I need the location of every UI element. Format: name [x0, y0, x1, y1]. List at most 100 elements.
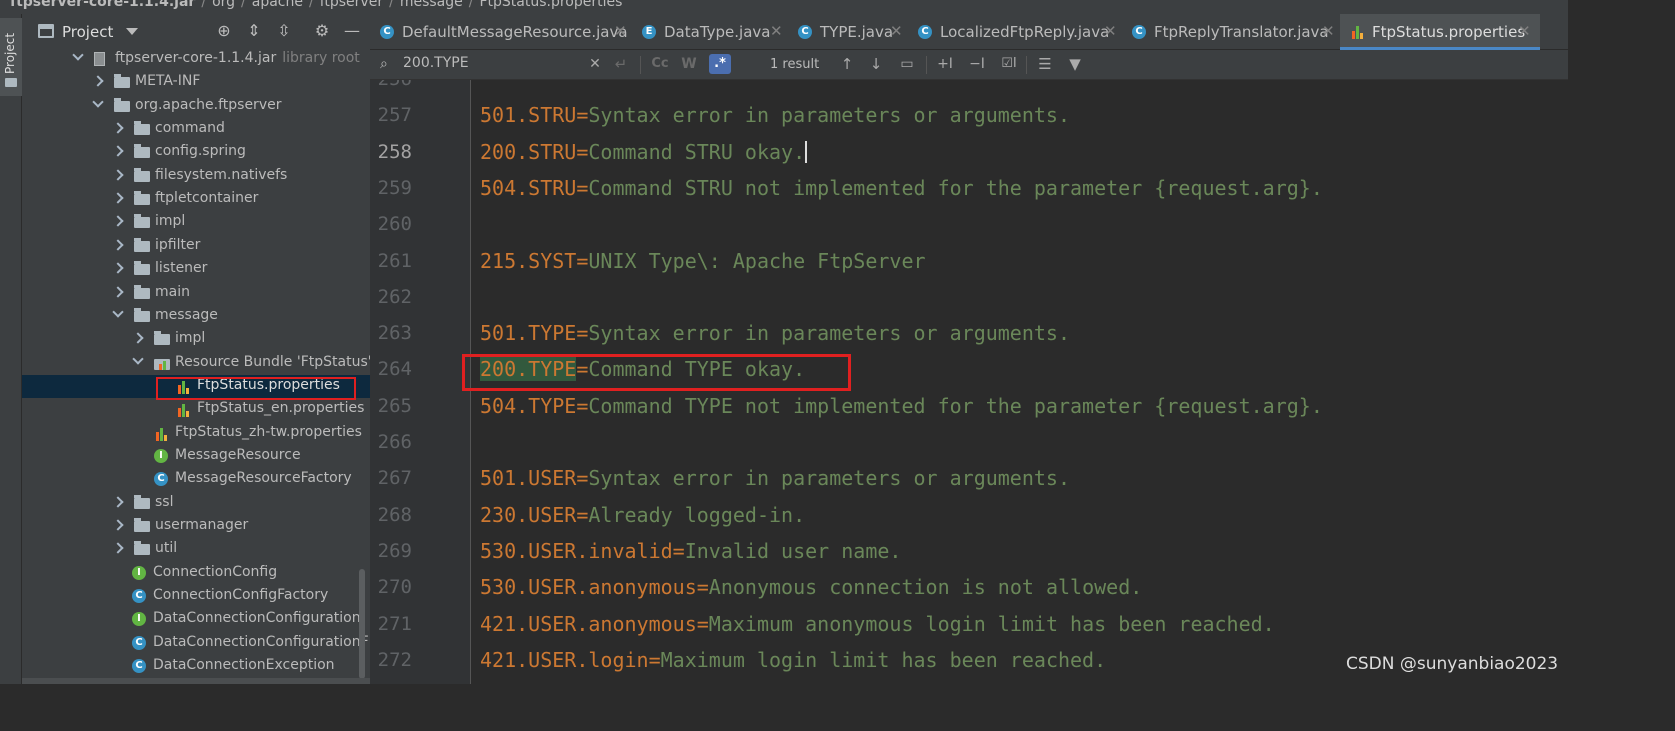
- chevron-down-icon[interactable]: [112, 306, 124, 318]
- project-tool-tab[interactable]: Project: [0, 18, 22, 96]
- breadcrumb-item[interactable]: ftpserver: [320, 0, 383, 10]
- close-icon[interactable]: ✕: [770, 22, 783, 40]
- filter-results-icon[interactable]: ▭: [896, 54, 918, 74]
- gear-icon[interactable]: ⚙: [312, 23, 332, 39]
- tree-item[interactable]: ftpserver-core-1.1.4.jar library root: [22, 48, 370, 71]
- code-line[interactable]: 200.STRU=Command STRU okay.: [480, 140, 808, 164]
- code-line[interactable]: 504.TYPE=Command TYPE not implemented fo…: [480, 394, 1323, 418]
- chevron-right-icon[interactable]: [112, 192, 124, 204]
- tree-item[interactable]: FtpStatus_en.properties: [22, 398, 370, 421]
- close-icon[interactable]: ✕: [1104, 22, 1117, 40]
- add-selection-icon[interactable]: +Ⅰ: [934, 54, 956, 74]
- filter-icon[interactable]: ▼: [1064, 54, 1086, 74]
- chevron-right-icon[interactable]: [132, 332, 144, 344]
- tree-item[interactable]: listener: [22, 258, 370, 281]
- tree-item[interactable]: command: [22, 118, 370, 141]
- editor-tab[interactable]: C DefaultMessageResource.java ✕: [370, 14, 632, 50]
- close-icon[interactable]: ✕: [1322, 22, 1335, 40]
- tree-horizontal-scrollbar[interactable]: [22, 678, 370, 684]
- chevron-right-icon[interactable]: [112, 495, 124, 508]
- breadcrumb-item[interactable]: ftpserver-core-1.1.4.jar: [10, 0, 195, 10]
- tree-item[interactable]: META-INF: [22, 71, 370, 94]
- code-line[interactable]: 215.SYST=UNIX Type\: Apache FtpServer: [480, 249, 926, 273]
- tree-item[interactable]: ftpletcontainer: [22, 188, 370, 211]
- code-line[interactable]: 530.USER.anonymous=Anonymous connection …: [480, 575, 1142, 599]
- editor-tab[interactable]: C FtpReplyTranslator.java ✕: [1122, 14, 1340, 50]
- tree-scrollbar[interactable]: [359, 569, 365, 679]
- chevron-right-icon[interactable]: [112, 169, 124, 181]
- tree-item[interactable]: impl: [22, 328, 370, 351]
- code-line[interactable]: 230.USER=Already logged-in.: [480, 503, 805, 527]
- breadcrumb-item[interactable]: message: [400, 0, 463, 10]
- code-line[interactable]: 421.USER.login=Maximum login limit has b…: [480, 648, 1106, 672]
- search-input[interactable]: 200.TYPE: [403, 55, 469, 71]
- code-line[interactable]: 421.USER.anonymous=Maximum anonymous log…: [480, 612, 1275, 636]
- words-toggle[interactable]: W: [678, 54, 700, 74]
- chevron-right-icon[interactable]: [112, 145, 124, 158]
- tree-item[interactable]: filesystem.nativefs: [22, 165, 370, 188]
- code-line[interactable]: 501.USER=Syntax error in parameters or a…: [480, 466, 1070, 490]
- chevron-right-icon[interactable]: [112, 239, 124, 251]
- tree-item[interactable]: I ConnectionConfig: [22, 562, 370, 585]
- match-case-toggle[interactable]: Cc: [649, 54, 671, 74]
- regex-toggle[interactable]: .*: [709, 54, 731, 74]
- chevron-down-icon[interactable]: [126, 28, 138, 35]
- breadcrumb-item[interactable]: org: [212, 0, 235, 10]
- hide-panel-icon[interactable]: —: [342, 23, 362, 39]
- expand-all-icon[interactable]: ⇕: [244, 23, 264, 39]
- tree-item[interactable]: C DataConnectionConfigurationF: [22, 632, 370, 655]
- chevron-down-icon[interactable]: [72, 49, 84, 61]
- code-line[interactable]: 501.STRU=Syntax error in parameters or a…: [480, 103, 1070, 127]
- previous-occurrence-icon[interactable]: ↑: [836, 54, 858, 74]
- tree-item[interactable]: I MessageResource: [22, 445, 370, 468]
- chevron-right-icon[interactable]: [112, 285, 124, 298]
- search-options-icon[interactable]: ☰: [1034, 54, 1056, 74]
- code-line[interactable]: 501.TYPE=Syntax error in parameters or a…: [480, 321, 1070, 345]
- editor-tab[interactable]: C TYPE.java ✕: [788, 14, 908, 50]
- chevron-right-icon[interactable]: [112, 215, 124, 228]
- tree-item[interactable]: Resource Bundle 'FtpStatus': [22, 352, 370, 375]
- chevron-right-icon[interactable]: [112, 519, 124, 531]
- new-line-icon[interactable]: ↵: [610, 54, 632, 74]
- tree-item[interactable]: C ConnectionConfigFactory: [22, 585, 370, 608]
- tree-item[interactable]: message: [22, 305, 370, 328]
- tree-item[interactable]: main: [22, 282, 370, 305]
- tree-item[interactable]: C DataConnectionException: [22, 655, 370, 678]
- tree-item[interactable]: config.spring: [22, 141, 370, 164]
- chevron-right-icon[interactable]: [112, 262, 124, 274]
- locate-file-icon[interactable]: ⊕: [214, 23, 234, 39]
- search-icon[interactable]: ⌕: [380, 56, 388, 72]
- project-panel-title[interactable]: Project: [62, 23, 113, 41]
- breadcrumb-item[interactable]: FtpStatus.properties: [479, 0, 622, 10]
- tree-item[interactable]: usermanager: [22, 515, 370, 538]
- remove-selection-icon[interactable]: −Ⅰ: [966, 54, 988, 74]
- code-line[interactable]: 504.STRU=Command STRU not implemented fo…: [480, 176, 1323, 200]
- tree-item[interactable]: ssl: [22, 492, 370, 515]
- editor-tab[interactable]: E DataType.java ✕: [632, 14, 788, 50]
- chevron-right-icon[interactable]: [92, 75, 104, 88]
- clear-search-icon[interactable]: ✕: [584, 54, 606, 74]
- tree-item[interactable]: FtpStatus_zh-tw.properties: [22, 422, 370, 445]
- tree-item[interactable]: org.apache.ftpserver: [22, 95, 370, 118]
- tree-item[interactable]: ipfilter: [22, 235, 370, 258]
- chevron-down-icon[interactable]: [92, 96, 104, 108]
- chevron-right-icon[interactable]: [112, 542, 124, 555]
- resource-bundle-icon: [154, 357, 170, 371]
- collapse-all-icon[interactable]: ⇳: [274, 23, 294, 39]
- select-all-occurrences-icon[interactable]: ☑Ⅰ: [998, 54, 1020, 74]
- tree-item[interactable]: impl: [22, 211, 370, 234]
- chevron-down-icon[interactable]: [132, 352, 144, 365]
- close-icon[interactable]: ✕: [614, 22, 627, 40]
- code-line[interactable]: 530.USER.invalid=Invalid user name.: [480, 539, 901, 563]
- next-occurrence-icon[interactable]: ↓: [865, 54, 887, 74]
- tree-item[interactable]: C MessageResourceFactory: [22, 468, 370, 491]
- breadcrumb-item[interactable]: apache: [252, 0, 303, 10]
- close-icon[interactable]: ✕: [1518, 22, 1531, 40]
- chevron-right-icon[interactable]: [112, 122, 124, 134]
- editor-tab[interactable]: FtpStatus.properties ✕: [1340, 14, 1540, 50]
- tree-item[interactable]: util: [22, 538, 370, 561]
- close-icon[interactable]: ✕: [890, 22, 903, 40]
- code-editor[interactable]: 256 257 258 259 260 261 262 263 264 265 266 267 268 2…: [370, 80, 1568, 684]
- editor-tab[interactable]: C LocalizedFtpReply.java ✕: [908, 14, 1122, 50]
- tree-item[interactable]: I DataConnectionConfiguration: [22, 608, 370, 631]
